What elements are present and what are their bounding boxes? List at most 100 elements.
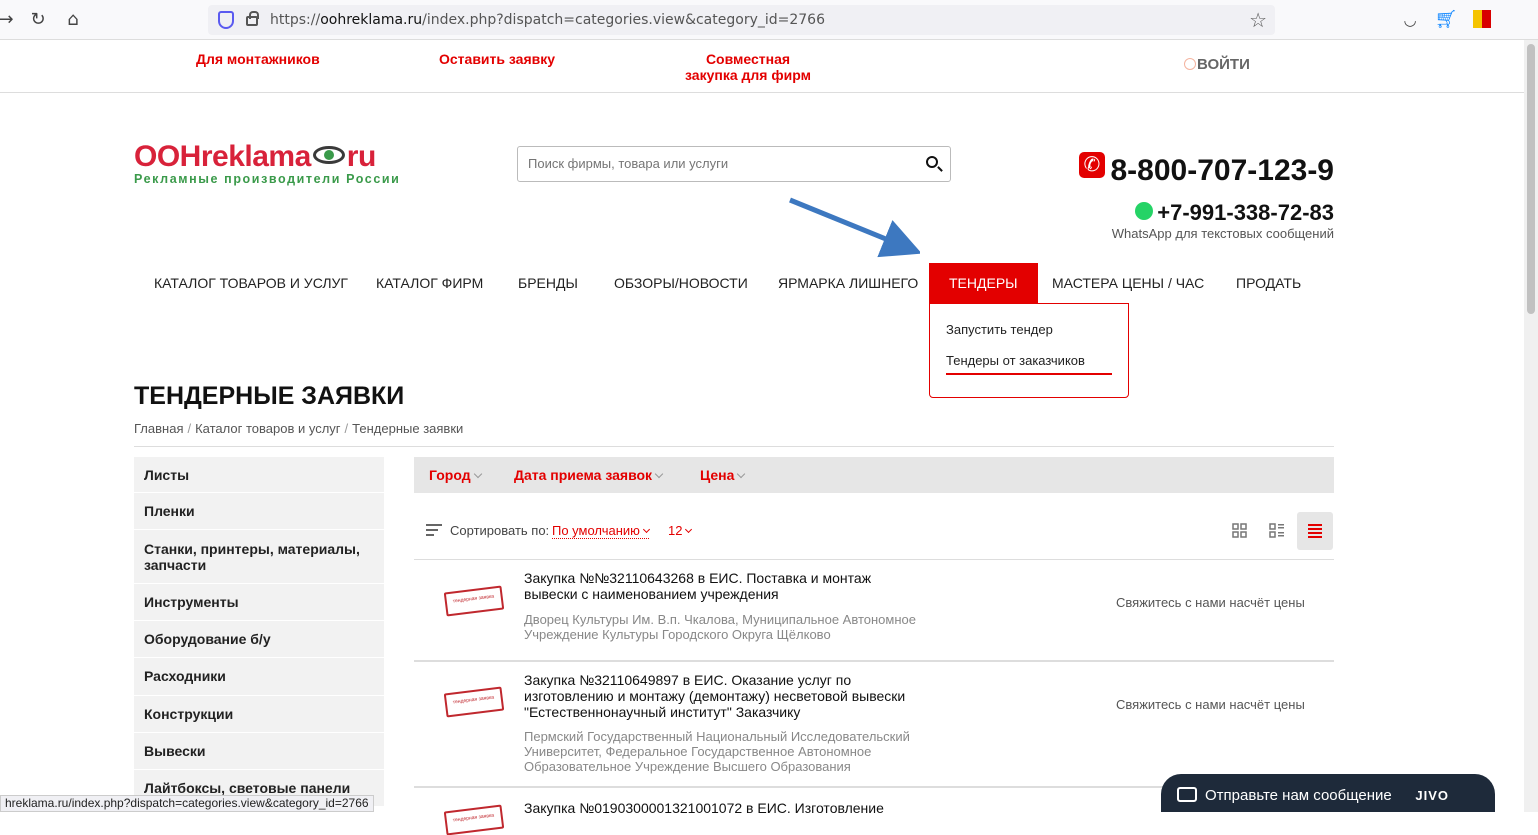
- eye-icon: [312, 146, 345, 164]
- breadcrumb-separator: /: [187, 421, 192, 436]
- category-sidebar: Листы Пленки Станки, принтеры, материалы…: [134, 457, 384, 807]
- per-page-value: 12: [668, 523, 683, 538]
- filter-price-label: Цена: [700, 467, 735, 483]
- sidebar-item-sheets[interactable]: Листы: [134, 457, 384, 493]
- page-title: ТЕНДЕРНЫЕ ЗАЯВКИ: [134, 382, 405, 410]
- filter-date-label: Дата приема заявок: [514, 467, 653, 483]
- sidebar-item-films[interactable]: Пленки: [134, 493, 384, 530]
- compact-view-button[interactable]: [1297, 512, 1333, 550]
- phone-main[interactable]: 8-800-707-123-9: [1078, 152, 1335, 188]
- nav-brands[interactable]: БРЕНДЫ: [518, 263, 578, 303]
- home-icon[interactable]: ⌂: [61, 8, 85, 32]
- logo-text: OOHreklama: [134, 140, 311, 173]
- tender-stamp-image: [443, 686, 505, 718]
- whatsapp-phone[interactable]: +7-991-338-72-83: [1135, 200, 1334, 226]
- browser-status-url: hreklama.ru/index.php?dispatch=categorie…: [0, 795, 374, 812]
- tender-row[interactable]: Закупка №№32110643268 в ЕИС. Поставка и …: [414, 560, 1334, 662]
- dropdown-launch-tender[interactable]: Запустить тендер: [946, 322, 1053, 337]
- sort-icon: [426, 524, 442, 539]
- user-icon: [1184, 58, 1196, 70]
- filter-price[interactable]: Цена: [700, 467, 746, 483]
- main-navigation: КАТАЛОГ ТОВАРОВ И УСЛУГ КАТАЛОГ ФИРМ БРЕ…: [134, 263, 1334, 303]
- tenders-dropdown: Запустить тендер Тендеры от заказчиков: [929, 303, 1129, 398]
- per-page-select[interactable]: 12: [668, 523, 693, 538]
- page-scrollbar[interactable]: [1524, 40, 1538, 812]
- sort-bar: Сортировать по: По умолчанию 12: [414, 512, 1334, 550]
- logo-tagline: Рекламные производители России: [134, 172, 401, 186]
- joint-purchase-line2: закупка для фирм: [685, 67, 811, 83]
- nav-news[interactable]: ОБЗОРЫ/НОВОСТИ: [614, 263, 748, 303]
- browser-toolbar: → ↻ ⌂ https://oohreklama.ru/index.php?di…: [0, 0, 1538, 40]
- whatsapp-note: WhatsApp для текстовых сообщений: [1111, 226, 1334, 241]
- chevron-down-icon: [654, 469, 664, 479]
- tender-stamp-image: [443, 585, 505, 617]
- message-icon: [1177, 787, 1197, 802]
- login-label: ВОЙТИ: [1197, 56, 1250, 73]
- top-links-bar: Для монтажников Оставить заявку Совместн…: [0, 40, 1524, 93]
- tender-price: Свяжитесь с нами насчёт цены: [1116, 595, 1305, 610]
- flag-extension-icon[interactable]: [1473, 10, 1491, 28]
- bookmark-star-icon[interactable]: ☆: [1249, 8, 1267, 33]
- dropdown-customer-tenders[interactable]: Тендеры от заказчиков: [946, 353, 1112, 375]
- sidebar-item-machines[interactable]: Станки, принтеры, материалы, запчасти: [134, 530, 384, 584]
- search-box[interactable]: [517, 146, 951, 182]
- filter-city[interactable]: Город: [429, 467, 482, 483]
- sidebar-item-constructions[interactable]: Конструкции: [134, 696, 384, 733]
- tender-title[interactable]: Закупка №0190300001321001072 в ЕИС. Изго…: [524, 800, 944, 816]
- divider: [134, 446, 1334, 447]
- chevron-down-icon: [685, 525, 693, 534]
- nav-masters[interactable]: МАСТЕРА ЦЕНЫ / ЧАС: [1052, 263, 1204, 303]
- breadcrumb: Главная / Каталог товаров и услуг / Тендерны…: [134, 421, 463, 436]
- sort-value: По умолчанию: [552, 523, 640, 538]
- site-logo[interactable]: OOHreklama ru Рекламные производители Рос…: [134, 140, 400, 186]
- grid-view-button[interactable]: [1222, 512, 1258, 548]
- sidebar-item-consumables[interactable]: Расходники: [134, 658, 384, 696]
- url-text[interactable]: https://oohreklama.ru/index.php?dispatch…: [270, 12, 825, 28]
- sort-select[interactable]: По умолчанию: [552, 523, 650, 539]
- tender-row[interactable]: Закупка №32110649897 в ЕИС. Оказание усл…: [414, 662, 1334, 788]
- blue-arrow-annotation: [789, 197, 920, 258]
- sidebar-item-tools[interactable]: Инструменты: [134, 584, 384, 621]
- leave-request-link[interactable]: Оставить заявку: [439, 51, 555, 67]
- search-icon[interactable]: [926, 156, 938, 168]
- sidebar-item-signs[interactable]: Вывески: [134, 733, 384, 770]
- installers-link[interactable]: Для монтажников: [196, 51, 320, 67]
- nav-sell[interactable]: ПРОДАТЬ: [1236, 263, 1301, 303]
- lock-icon[interactable]: [246, 11, 259, 26]
- joint-purchase-line1: Совместная: [705, 51, 791, 67]
- list-view-button[interactable]: [1259, 512, 1295, 548]
- chat-widget[interactable]: Отправьте нам сообщение JIVO: [1161, 774, 1495, 812]
- nav-fair[interactable]: ЯРМАРКА ЛИШНЕГО: [778, 263, 918, 303]
- nav-firms[interactable]: КАТАЛОГ ФИРМ: [376, 263, 483, 303]
- phone-number: 8-800-707-123-9: [1110, 154, 1335, 187]
- chevron-down-icon: [473, 469, 482, 479]
- search-input[interactable]: [528, 156, 908, 171]
- logo-domain: ru: [346, 140, 377, 173]
- filter-date[interactable]: Дата приема заявок: [514, 467, 664, 483]
- breadcrumb-catalog[interactable]: Каталог товаров и услуг: [195, 421, 340, 436]
- breadcrumb-home[interactable]: Главная: [134, 421, 183, 436]
- joint-purchase-link[interactable]: Совместная закупка для фирм: [684, 51, 812, 83]
- nav-catalog[interactable]: КАТАЛОГ ТОВАРОВ И УСЛУГ: [154, 263, 348, 303]
- breadcrumb-current: Тендерные заявки: [352, 421, 464, 436]
- cart-extension-icon[interactable]: 🛒︎: [1434, 8, 1458, 32]
- breadcrumb-separator: /: [344, 421, 349, 436]
- scrollbar-thumb[interactable]: [1527, 44, 1535, 314]
- chevron-down-icon: [642, 525, 650, 534]
- tender-title[interactable]: Закупка №№32110643268 в ЕИС. Поставка и …: [524, 570, 924, 602]
- tender-customer: Дворец Культуры Им. В.п. Чкалова, Муници…: [524, 612, 916, 642]
- sidebar-item-used-equipment[interactable]: Оборудование б/у: [134, 621, 384, 658]
- whatsapp-number: +7-991-338-72-83: [1157, 200, 1334, 225]
- address-bar[interactable]: https://oohreklama.ru/index.php?dispatch…: [208, 5, 1275, 35]
- filter-bar: Город Дата приема заявок Цена: [414, 457, 1334, 493]
- tracking-shield-icon[interactable]: [218, 11, 234, 29]
- pocket-icon[interactable]: ◡: [1398, 8, 1422, 32]
- filter-city-label: Город: [429, 467, 471, 483]
- compact-list-icon: [1308, 524, 1322, 538]
- login-button[interactable]: ВОЙТИ: [1184, 56, 1250, 73]
- reload-icon[interactable]: ↻: [26, 8, 50, 32]
- tender-title[interactable]: Закупка №32110649897 в ЕИС. Оказание усл…: [524, 672, 924, 720]
- nav-tenders[interactable]: ТЕНДЕРЫ: [929, 263, 1038, 303]
- forward-icon[interactable]: →: [0, 8, 18, 32]
- whatsapp-icon: [1135, 202, 1154, 220]
